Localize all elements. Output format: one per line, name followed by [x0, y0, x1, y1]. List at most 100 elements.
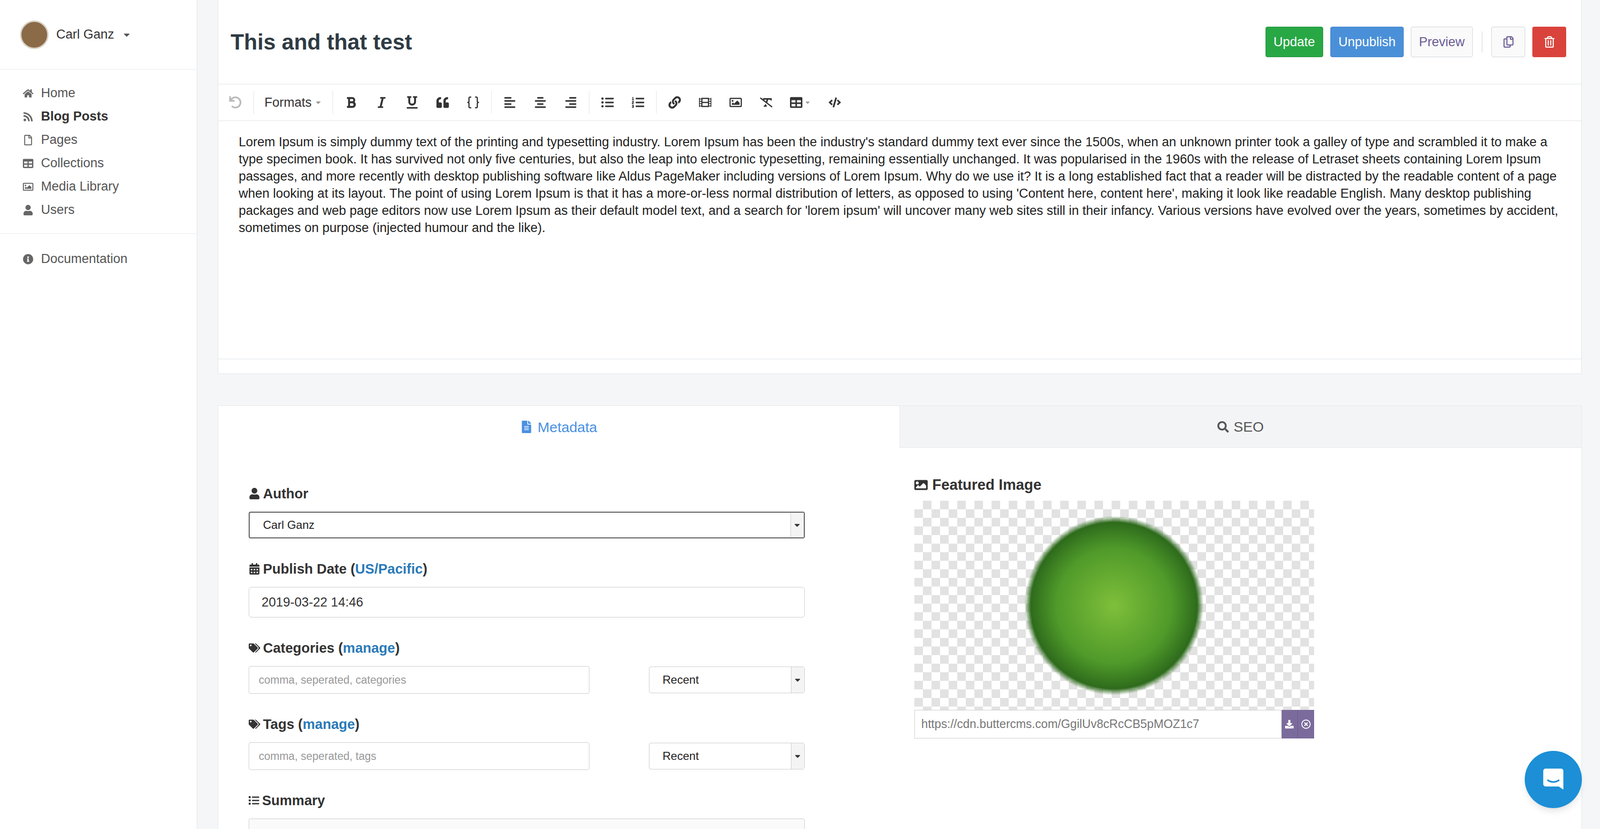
nav-icon: [22, 158, 34, 169]
caret-down-icon: [792, 520, 802, 530]
toolbar-separator: [253, 91, 254, 114]
blockquote-button[interactable]: [427, 88, 458, 117]
caret-down-icon: [121, 30, 132, 40]
sidebar-item[interactable]: Pages: [0, 128, 197, 152]
download-button[interactable]: [1281, 709, 1298, 739]
avatar: [20, 20, 49, 50]
numbered-list-button[interactable]: [622, 88, 654, 117]
nav-icon: [22, 88, 34, 99]
caret-down-icon: [793, 751, 802, 761]
label-link[interactable]: manage: [343, 640, 396, 656]
user-icon: [248, 487, 261, 500]
align-left-button[interactable]: [494, 88, 526, 117]
trash-icon: [1543, 36, 1556, 48]
tab[interactable]: SEO: [900, 405, 1582, 448]
label-link[interactable]: manage: [302, 716, 355, 732]
image-icon: [729, 96, 742, 109]
bullet-list-button[interactable]: [592, 88, 623, 117]
italic-button[interactable]: [366, 88, 397, 117]
table-button[interactable]: [781, 88, 820, 117]
align-center-icon: [534, 96, 547, 109]
field-label: Tags (manage): [248, 714, 805, 734]
undo-button[interactable]: [220, 88, 251, 117]
tags-icon: [248, 642, 261, 654]
tab[interactable]: Metadata: [218, 405, 901, 448]
image-icon: [914, 478, 928, 492]
chat-icon: [1540, 767, 1566, 792]
sidebar-item[interactable]: Blog Posts: [0, 104, 197, 129]
categories-field: Categories (manage)Recent: [248, 638, 805, 694]
remove-image-button[interactable]: [1297, 709, 1315, 739]
code-sample-button[interactable]: [457, 88, 489, 117]
post-title: This and that test: [230, 25, 413, 59]
sidebar-item[interactable]: Collections: [0, 151, 197, 175]
app: Carl GanzHomeBlog PostsPagesCollectionsM…: [0, 0, 1600, 829]
file-icon: [520, 420, 533, 434]
undo-icon: [229, 96, 242, 109]
editor-statusbar: [218, 359, 1582, 374]
table-icon: [789, 96, 803, 109]
tags-input[interactable]: [248, 742, 590, 770]
nav-icon: [22, 204, 34, 216]
tags-field: Tags (manage) Recent: [248, 714, 805, 770]
source-code-button[interactable]: [819, 88, 851, 117]
image-url-input[interactable]: https://cdn.buttercms.com/GgilUv8cRcCB5p…: [914, 709, 1282, 739]
user-menu[interactable]: Carl Ganz: [0, 0, 197, 70]
tags-icon: [248, 718, 261, 730]
sidebar-item[interactable]: Documentation: [0, 247, 197, 271]
sidebar-item[interactable]: Users: [0, 198, 197, 222]
featured-image: https://cdn.buttercms.com/GgilUv8cRcCB5p…: [914, 500, 1315, 739]
numbered-list-icon: [631, 96, 645, 109]
post-header: This and that test UpdateUnpublishPreview: [218, 0, 1582, 84]
sidebar: Carl GanzHomeBlog PostsPagesCollectionsM…: [0, 0, 198, 829]
summary-field: Summary: [248, 790, 805, 829]
align-right-button[interactable]: [555, 88, 587, 117]
editor-body[interactable]: Lorem Ipsum is simply dummy text of the …: [218, 121, 1582, 360]
info-icon: [22, 253, 34, 265]
bold-icon: [344, 96, 358, 109]
duplicate-button[interactable]: [1491, 26, 1526, 58]
clear-format-button[interactable]: [750, 88, 782, 117]
code-icon: [828, 96, 841, 109]
tab-list: MetadataSEO: [218, 405, 1582, 448]
sort-select[interactable]: Recent: [648, 742, 805, 770]
categories-input[interactable]: [248, 666, 590, 694]
bold-button[interactable]: [335, 88, 367, 117]
italic-icon: [375, 96, 388, 109]
sidebar-item[interactable]: Media Library: [0, 174, 197, 199]
main: This and that test UpdateUnpublishPreview…: [197, 0, 1600, 829]
underline-button[interactable]: [396, 88, 428, 117]
delete-button[interactable]: [1532, 26, 1567, 58]
author-select[interactable]: Carl Ganz: [248, 511, 805, 539]
publish-date-input[interactable]: 2019-03-22 14:46: [248, 587, 805, 618]
label-link[interactable]: US/Pacific: [354, 561, 423, 577]
chat-launcher[interactable]: [1524, 750, 1582, 809]
metadata-panel: Author Carl Ganz Publish Date (US/Pacific)…: [218, 447, 1582, 829]
summary-input[interactable]: [248, 818, 805, 829]
sidebar-nav: HomeBlog PostsPagesCollectionsMedia Libr…: [0, 69, 197, 234]
close-circle-icon: [1301, 719, 1311, 730]
formats-dropdown[interactable]: Formats: [256, 88, 330, 117]
author-field: Author Carl Ganz: [248, 484, 805, 539]
search-icon: [1217, 421, 1229, 433]
clear-format-icon: [759, 96, 773, 109]
align-center-button[interactable]: [525, 88, 556, 117]
link-icon: [668, 96, 681, 109]
copy-icon: [1502, 36, 1515, 48]
publish-date-field: Publish Date (US/Pacific) 2019-03-22 14:4…: [248, 559, 805, 618]
action-button[interactable]: Unpublish: [1330, 26, 1404, 58]
link-button[interactable]: [659, 88, 690, 117]
nav-icon: [22, 134, 34, 146]
sidebar-item[interactable]: Home: [0, 81, 197, 105]
bullet-list-icon: [601, 96, 614, 109]
caret-down-icon: [804, 99, 811, 106]
media-button[interactable]: [689, 88, 721, 117]
sort-select[interactable]: Recent: [648, 666, 805, 694]
action-button[interactable]: Preview: [1410, 26, 1473, 58]
featured-image-label: Featured Image: [914, 475, 1582, 496]
field-label: Publish Date (US/Pacific): [248, 559, 805, 579]
action-button[interactable]: Update: [1265, 26, 1324, 58]
field-label: Author: [248, 484, 805, 504]
toolbar-separator: [332, 91, 334, 114]
image-button[interactable]: [720, 88, 751, 117]
